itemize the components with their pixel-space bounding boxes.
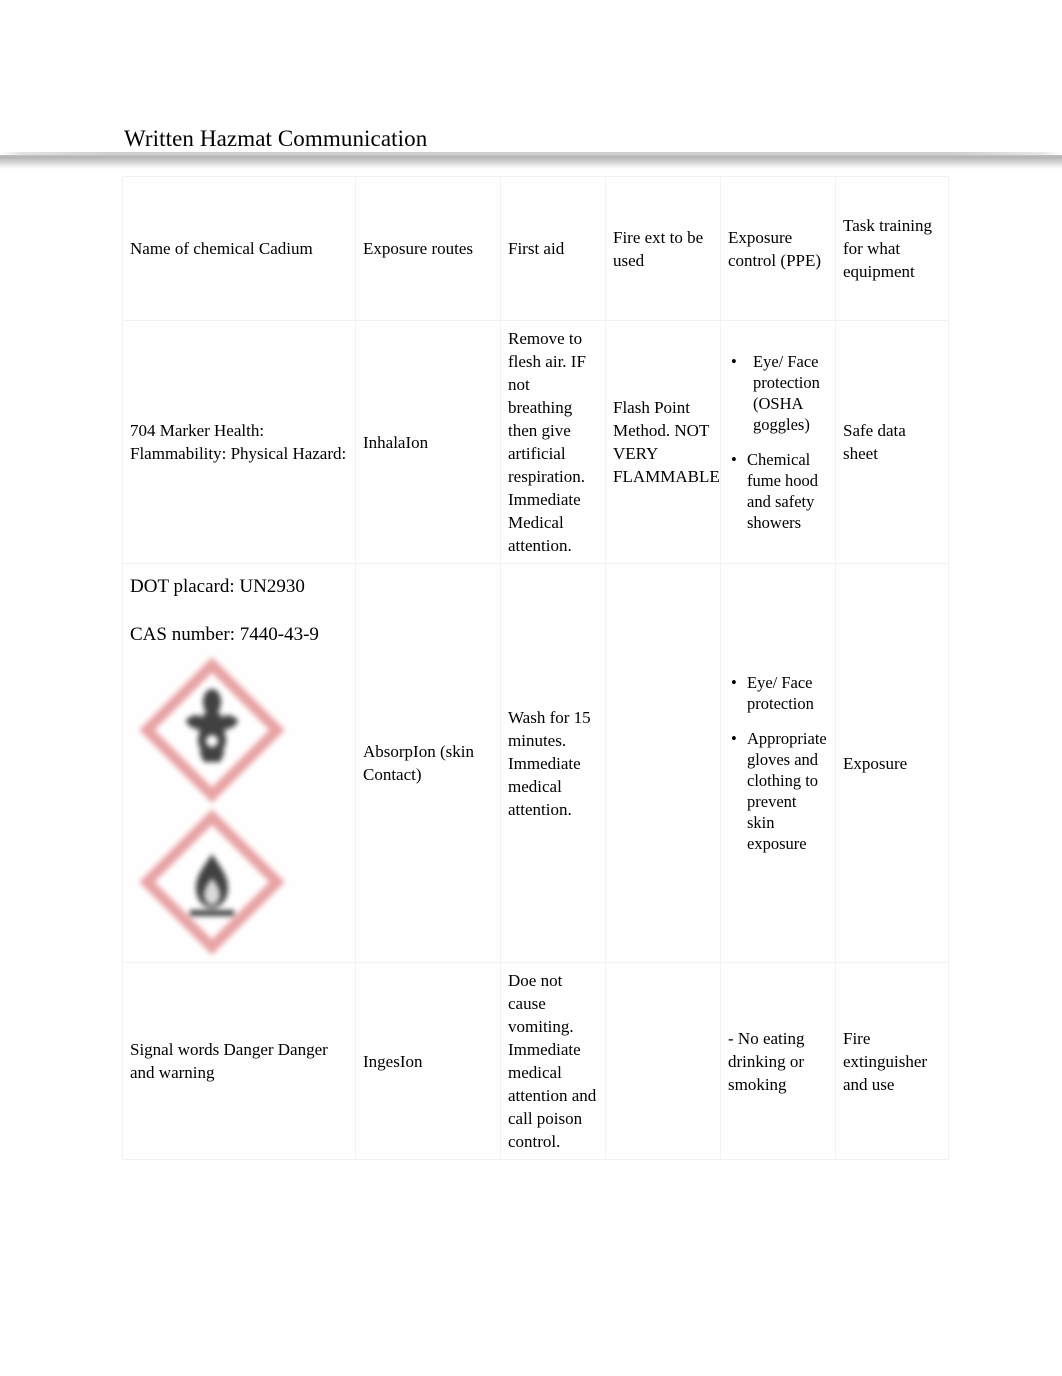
- cell-fire-ext-3: [605, 962, 721, 1160]
- list-item: Chemical fume hood and safety showers: [731, 449, 828, 533]
- cell-exposure-route-inhalation: InhalaIon: [355, 320, 501, 564]
- cell-ppe-2: Eye/ Face protection Appropriate gloves …: [720, 563, 836, 963]
- header-divider-rule: [0, 152, 1062, 169]
- cell-signal-words: Signal words Danger Danger and warning: [122, 962, 356, 1160]
- header-cell-first-aid: First aid: [500, 176, 606, 321]
- list-item: Eye/ Face protection: [731, 672, 828, 714]
- cell-fire-ext-1: Flash Point Method. NOT VERY FLAMMABLE: [605, 320, 721, 564]
- header-cell-exposure-routes: Exposure routes: [355, 176, 501, 321]
- ghs-health-hazard-pictogram: [138, 656, 286, 804]
- list-item: Appropriate gloves and clothing to preve…: [731, 728, 828, 854]
- cell-first-aid-3: Doe not cause vomiting. Immediate medica…: [500, 962, 606, 1160]
- cell-exposure-route-absorption: AbsorpIon (skin Contact): [355, 563, 501, 963]
- ghs-flame-pictogram: [138, 808, 286, 956]
- cell-ppe-3: - No eating drinking or smoking: [720, 962, 836, 1160]
- cell-first-aid-1: Remove to flesh air. IF not breathing th…: [500, 320, 606, 564]
- header-cell-chemical-name: Name of chemical Cadium: [122, 176, 356, 321]
- header-cell-fire-ext: Fire ext to be used: [605, 176, 721, 321]
- header-cell-task-training: Task training for what equipment: [835, 176, 949, 321]
- ghs-pictogram-group: [138, 656, 348, 956]
- list-item: Eye/ Face protection (OSHA goggles): [731, 351, 828, 435]
- dot-placard-text: DOT placard: UN2930: [130, 576, 305, 597]
- table-row: 704 Marker Health: Flammability: Physica…: [122, 320, 949, 564]
- cas-number-text: CAS number: 7440-43-9: [130, 624, 319, 645]
- cell-first-aid-2: Wash for 15 minutes. Immediate medical a…: [500, 563, 606, 963]
- ppe-list-1: Eye/ Face protection (OSHA goggles) Chem…: [728, 351, 828, 533]
- hazmat-communication-table: Name of chemical Cadium Exposure routes …: [122, 176, 949, 1160]
- cell-dot-placard-info: DOT placard: UN2930 CAS number: 7440-43-…: [122, 563, 356, 963]
- ppe-list-2: Eye/ Face protection Appropriate gloves …: [728, 672, 828, 854]
- cell-exposure-route-ingestion: IngesIon: [355, 962, 501, 1160]
- cell-fire-ext-2: [605, 563, 721, 963]
- cell-ppe-1: Eye/ Face protection (OSHA goggles) Chem…: [720, 320, 836, 564]
- table-header-row: Name of chemical Cadium Exposure routes …: [122, 176, 949, 321]
- cell-chemical-info-1: 704 Marker Health: Flammability: Physica…: [122, 320, 356, 564]
- cell-task-training-3: Fire extinguisher and use: [835, 962, 949, 1160]
- table-row: DOT placard: UN2930 CAS number: 7440-43-…: [122, 563, 949, 963]
- page-title: Written Hazmat Communication: [124, 126, 428, 151]
- cell-task-training-1: Safe data sheet: [835, 320, 949, 564]
- header-cell-exposure-control: Exposure control (PPE): [720, 176, 836, 321]
- table-row: Signal words Danger Danger and warning I…: [122, 962, 949, 1160]
- cell-task-training-2: Exposure: [835, 563, 949, 963]
